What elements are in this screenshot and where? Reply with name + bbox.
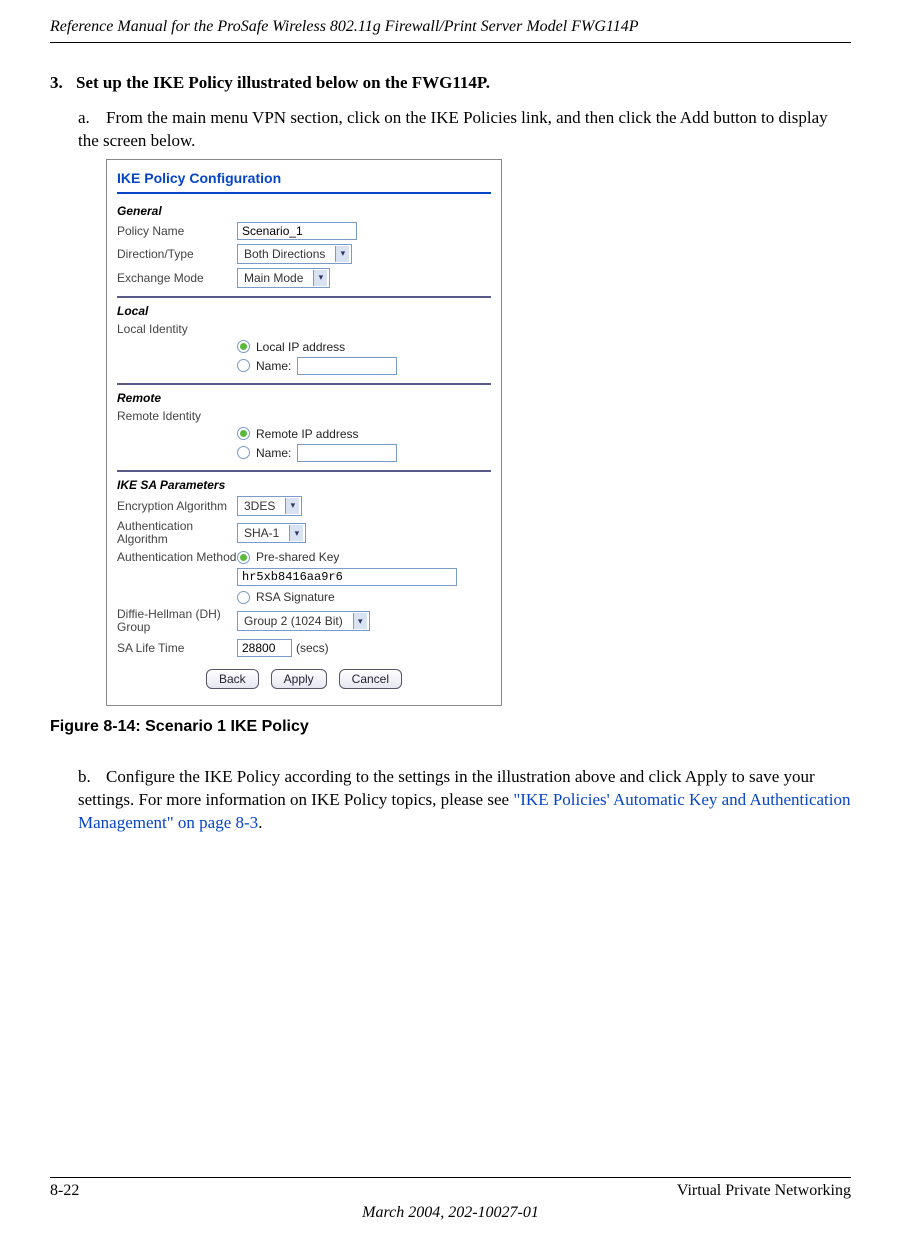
substep-b: b.Configure the IKE Policy according to … <box>78 766 851 835</box>
local-name-input[interactable] <box>297 357 397 375</box>
substep-a-letter: a. <box>78 107 106 130</box>
exchange-select[interactable]: Main Mode ▾ <box>237 268 330 288</box>
enc-alg-value: 3DES <box>244 499 275 513</box>
direction-label: Direction/Type <box>117 247 237 261</box>
policy-name-input[interactable] <box>237 222 357 240</box>
cancel-button[interactable]: Cancel <box>339 669 402 689</box>
psk-option: Pre-shared Key <box>256 550 339 564</box>
radio-selected-icon <box>237 340 250 353</box>
substep-a: a.From the main menu VPN section, click … <box>78 107 851 153</box>
remote-name-radio-row[interactable]: Name: <box>237 444 491 462</box>
remote-name-input[interactable] <box>297 444 397 462</box>
local-identity-label: Local Identity <box>117 322 237 336</box>
remote-ip-radio-row[interactable]: Remote IP address <box>237 427 491 441</box>
section-title: Virtual Private Networking <box>677 1182 851 1200</box>
exchange-label: Exchange Mode <box>117 271 237 285</box>
ike-policy-figure: IKE Policy Configuration General Policy … <box>106 159 502 706</box>
page-number: 8-22 <box>50 1182 79 1200</box>
figure-caption: Figure 8-14: Scenario 1 IKE Policy <box>50 718 851 736</box>
chevron-down-icon: ▾ <box>353 613 367 629</box>
substep-a-text: From the main menu VPN section, click on… <box>78 108 828 150</box>
dh-group-value: Group 2 (1024 Bit) <box>244 614 343 628</box>
local-name-option: Name: <box>256 359 291 373</box>
local-ip-option: Local IP address <box>256 340 345 354</box>
back-button[interactable]: Back <box>206 669 259 689</box>
footer-date: March 2004, 202-10027-01 <box>50 1204 851 1222</box>
doc-header-title: Reference Manual for the ProSafe Wireles… <box>50 0 851 42</box>
sa-life-label: SA Life Time <box>117 641 237 655</box>
blue-divider <box>117 192 491 194</box>
header-rule <box>50 42 851 43</box>
radio-icon <box>237 446 250 459</box>
auth-method-label: Authentication Method <box>117 551 237 564</box>
direction-select[interactable]: Both Directions ▾ <box>237 244 352 264</box>
chevron-down-icon: ▾ <box>313 270 327 286</box>
enc-alg-select[interactable]: 3DES ▾ <box>237 496 302 516</box>
general-section-label: General <box>117 204 491 218</box>
remote-section-label: Remote <box>117 391 491 405</box>
footer-rule <box>50 1177 851 1178</box>
local-name-radio-row[interactable]: Name: <box>237 357 491 375</box>
auth-alg-label: Authentication Algorithm <box>117 520 237 546</box>
radio-icon <box>237 359 250 372</box>
dh-group-label: Diffie-Hellman (DH) Group <box>117 608 237 634</box>
dh-group-select[interactable]: Group 2 (1024 Bit) ▾ <box>237 611 370 631</box>
chevron-down-icon: ▾ <box>289 525 303 541</box>
substep-b-text2: . <box>258 813 262 832</box>
radio-selected-icon <box>237 551 250 564</box>
remote-name-option: Name: <box>256 446 291 460</box>
remote-ip-option: Remote IP address <box>256 427 359 441</box>
rsa-option: RSA Signature <box>256 590 335 604</box>
psk-input[interactable] <box>237 568 457 586</box>
sa-life-suffix: (secs) <box>296 641 329 655</box>
gray-divider <box>117 470 491 472</box>
apply-button[interactable]: Apply <box>271 669 327 689</box>
enc-alg-label: Encryption Algorithm <box>117 499 237 513</box>
gray-divider <box>117 296 491 298</box>
local-ip-radio-row[interactable]: Local IP address <box>237 340 491 354</box>
step-number: 3. <box>50 73 76 93</box>
local-section-label: Local <box>117 304 491 318</box>
chevron-down-icon: ▾ <box>285 498 299 514</box>
radio-icon <box>237 591 250 604</box>
auth-alg-select[interactable]: SHA-1 ▾ <box>237 523 306 543</box>
substep-b-letter: b. <box>78 766 106 789</box>
sa-section-label: IKE SA Parameters <box>117 478 491 492</box>
chevron-down-icon: ▾ <box>335 246 349 262</box>
sa-life-input[interactable] <box>237 639 292 657</box>
gray-divider <box>117 383 491 385</box>
direction-value: Both Directions <box>244 247 325 261</box>
page-footer: 8-22 Virtual Private Networking March 20… <box>50 1177 851 1222</box>
exchange-value: Main Mode <box>244 271 303 285</box>
auth-alg-value: SHA-1 <box>244 526 279 540</box>
radio-selected-icon <box>237 427 250 440</box>
remote-identity-label: Remote Identity <box>117 409 237 423</box>
policy-name-label: Policy Name <box>117 224 237 238</box>
step-text: Set up the IKE Policy illustrated below … <box>76 73 490 92</box>
figure-title: IKE Policy Configuration <box>117 170 491 186</box>
step-3-heading: 3.Set up the IKE Policy illustrated belo… <box>50 73 851 93</box>
